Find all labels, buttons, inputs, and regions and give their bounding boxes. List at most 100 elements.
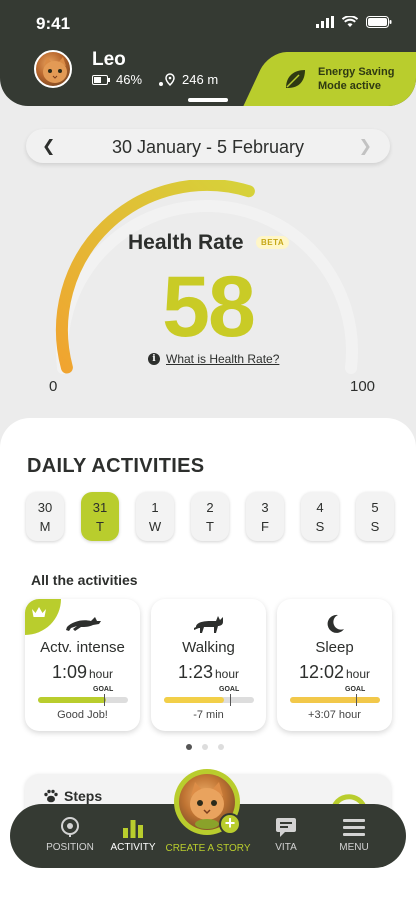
battery-percent: 46% xyxy=(116,72,143,87)
date-range-label: 30 January - 5 February xyxy=(111,137,305,157)
health-rate-info-link[interactable]: i What is Health Rate? xyxy=(148,352,279,366)
day-button[interactable]: 30 M xyxy=(26,492,64,541)
day-letter: S xyxy=(370,519,380,534)
activity-card-sleep[interactable]: Sleep 12:02 hour GOAL +3:07 hour xyxy=(277,599,392,731)
activity-note: +3:07 hour xyxy=(308,709,361,721)
day-number: 31 xyxy=(92,500,108,515)
running-cat-icon xyxy=(65,617,101,631)
distance-icon xyxy=(159,72,175,86)
activity-note: Good Job! xyxy=(57,709,108,721)
day-button[interactable]: 5S xyxy=(356,492,394,541)
hamburger-menu-icon xyxy=(343,819,365,836)
activity-title: Sleep xyxy=(315,639,354,656)
nav-vita[interactable]: VITA xyxy=(251,816,321,853)
activity-value: 1:09 hour xyxy=(25,662,140,683)
carousel-dot[interactable] xyxy=(218,744,224,750)
goal-marker xyxy=(230,694,231,706)
day-selector: 30 M 31 T 1W 2T 3F 4S 5S xyxy=(26,492,394,541)
day-button[interactable]: 2T xyxy=(191,492,229,541)
day-letter: S xyxy=(315,519,325,534)
progress-track xyxy=(290,694,380,706)
pet-stats: 46% 246 m xyxy=(92,72,218,87)
nav-create-story[interactable]: CREATE A STORY xyxy=(158,843,258,854)
energy-line-1: Energy Saving xyxy=(318,66,395,78)
steps-heading: Steps xyxy=(43,788,102,804)
nav-menu[interactable]: MENU xyxy=(319,816,389,853)
nav-activity-label: ACTIVITY xyxy=(110,842,156,853)
goal-label: GOAL xyxy=(345,686,366,693)
energy-line-2: Mode active xyxy=(318,80,381,92)
nav-vita-label: VITA xyxy=(275,842,297,853)
day-letter: M xyxy=(39,519,51,534)
chat-bubble-icon xyxy=(276,818,296,837)
day-number: 2 xyxy=(206,500,214,515)
activity-note: -7 min xyxy=(193,709,224,721)
walking-cat-icon xyxy=(193,616,223,633)
header-handle xyxy=(188,98,228,102)
paw-icon xyxy=(44,789,58,803)
day-button[interactable]: 4S xyxy=(301,492,339,541)
energy-saving-banner[interactable]: Energy Saving Mode active xyxy=(266,52,416,106)
nav-menu-label: MENU xyxy=(339,842,369,853)
activity-card-intense[interactable]: Actv. intense 1:09 hour GOAL Good Job! xyxy=(25,599,140,731)
day-number: 5 xyxy=(371,500,379,515)
day-number: 4 xyxy=(316,500,324,515)
activity-time: 1:23 xyxy=(177,662,213,682)
steps-label: Steps xyxy=(64,788,103,804)
distance-value: 246 m xyxy=(182,72,219,87)
gauge-min-label: 0 xyxy=(49,378,58,395)
day-letter: T xyxy=(206,519,214,534)
location-pin-icon xyxy=(61,817,79,837)
tracker-battery-icon xyxy=(92,74,110,85)
activity-value: 12:02 hour xyxy=(277,662,392,683)
carousel-dot[interactable] xyxy=(202,744,208,750)
pet-name: Leo xyxy=(92,49,126,70)
status-bar: 9:41 xyxy=(0,0,416,44)
pet-avatar[interactable] xyxy=(34,50,72,88)
activity-unit: hour xyxy=(215,667,240,681)
day-number: 1 xyxy=(151,500,159,515)
system-icons xyxy=(316,16,392,28)
activity-value: 1:23 hour xyxy=(151,662,266,683)
nav-position[interactable]: POSITION xyxy=(35,816,105,853)
activity-cards: Actv. intense 1:09 hour GOAL Good Job! Wa… xyxy=(25,599,392,731)
cat-face-icon xyxy=(43,57,67,83)
progress-fill xyxy=(38,697,106,703)
progress-fill xyxy=(290,697,380,703)
activity-card-walking[interactable]: Walking 1:23 hour GOAL -7 min xyxy=(151,599,266,731)
progress-track xyxy=(38,694,128,706)
signal-icon xyxy=(316,16,334,28)
day-button-selected[interactable]: 31 T xyxy=(81,492,119,541)
day-letter: T xyxy=(96,519,104,534)
carousel-dot-active[interactable] xyxy=(186,744,192,750)
goal-label: GOAL xyxy=(219,686,240,693)
all-activities-heading: All the activities xyxy=(31,572,138,588)
activity-time: 1:09 xyxy=(51,662,87,682)
date-range-selector: ❮ 30 January - 5 February ❯ xyxy=(26,129,390,163)
day-button[interactable]: 3F xyxy=(246,492,284,541)
activity-title: Actv. intense xyxy=(40,639,125,656)
beta-badge: BETA xyxy=(256,236,290,249)
battery-icon xyxy=(366,16,392,28)
goal-label: GOAL xyxy=(93,686,114,693)
goal-marker xyxy=(356,694,357,706)
health-rate-title: Health Rate xyxy=(128,231,244,254)
create-story-button[interactable]: + xyxy=(174,769,241,835)
next-week-button[interactable]: ❯ xyxy=(359,136,372,156)
activity-time: 12:02 xyxy=(298,662,344,682)
activity-unit: hour xyxy=(89,667,114,681)
daily-activities-title: DAILY ACTIVITIES xyxy=(27,455,205,477)
gauge-max-label: 100 xyxy=(350,378,376,395)
day-number: 3 xyxy=(261,500,269,515)
activity-unit: hour xyxy=(346,667,371,681)
day-letter: F xyxy=(261,519,269,534)
nav-position-label: POSITION xyxy=(46,842,94,853)
day-button[interactable]: 1W xyxy=(136,492,174,541)
carousel-dots xyxy=(186,744,224,750)
health-rate-value: 58 xyxy=(162,259,256,355)
nav-create-label: CREATE A STORY xyxy=(165,843,251,854)
info-icon: i xyxy=(148,353,160,365)
health-rate-link-text: What is Health Rate? xyxy=(166,352,280,366)
day-letter: W xyxy=(148,519,162,534)
goal-marker xyxy=(104,694,105,706)
